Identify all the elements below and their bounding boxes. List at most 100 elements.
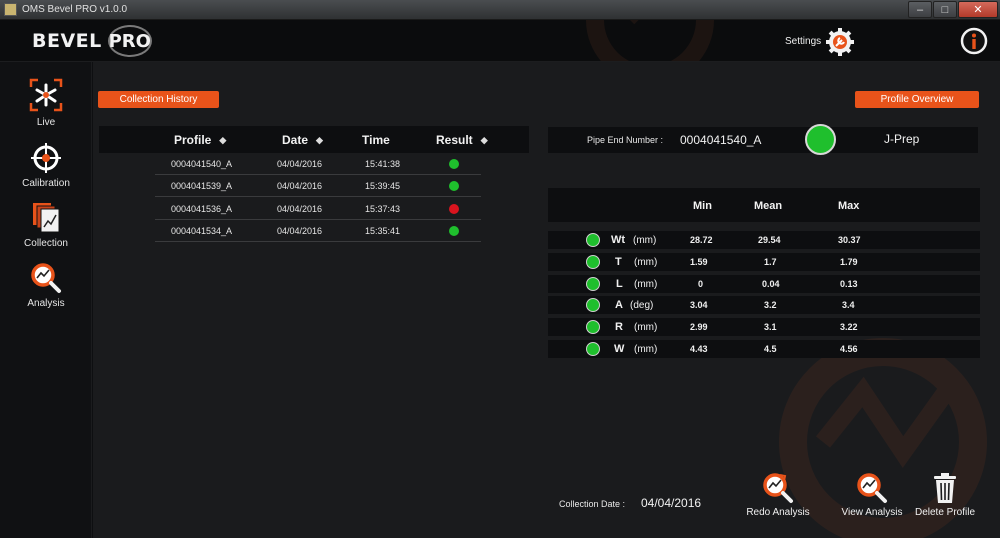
app-icon <box>4 3 17 16</box>
sidebar: Live Calibration Collection Analysis <box>0 62 92 538</box>
table-row[interactable]: 0004041536_A 04/04/2016 15:37:43 <box>155 198 481 220</box>
sidebar-item-analysis[interactable]: Analysis <box>0 262 92 309</box>
stat-name: Wt <box>611 234 626 246</box>
stat-mean: 0.04 <box>762 279 780 289</box>
stat-max: 30.37 <box>838 235 861 245</box>
sidebar-item-live[interactable]: Live <box>0 77 92 128</box>
result-status-dot <box>449 159 459 169</box>
column-profile[interactable]: Profile ◆ <box>174 133 226 147</box>
result-status-dot <box>449 204 459 214</box>
info-icon[interactable] <box>960 27 988 55</box>
pipe-end-value: 0004041540_A <box>680 133 762 147</box>
stat-row-r: R (mm) 2.99 3.1 3.22 <box>548 318 980 336</box>
stat-row-a: A (deg) 3.04 3.2 3.4 <box>548 296 980 314</box>
sidebar-item-label: Analysis <box>27 298 65 309</box>
table-row[interactable]: 0004041534_A 04/04/2016 15:35:41 <box>155 220 481 242</box>
gear-icon[interactable] <box>825 27 855 57</box>
stat-unit: (mm) <box>634 257 658 268</box>
background-watermark-icon <box>586 20 714 61</box>
delete-profile-label: Delete Profile <box>914 507 976 518</box>
window-titlebar: OMS Bevel PRO v1.0.0 – □ ✕ <box>0 0 1000 20</box>
stat-min: 2.99 <box>690 322 708 332</box>
stat-max: 3.4 <box>842 300 855 310</box>
stats-table-header: Min Mean Max <box>548 188 980 222</box>
collection-history-title: Collection History <box>98 91 219 108</box>
analysis-icon <box>31 263 61 293</box>
profile-cell: 0004041540_A <box>171 159 233 169</box>
minimize-button[interactable]: – <box>908 1 932 18</box>
overall-status-indicator <box>805 124 836 155</box>
table-row[interactable]: 0004041539_A 04/04/2016 15:39:45 <box>155 175 481 197</box>
stat-mean: 4.5 <box>764 344 777 354</box>
redo-analysis-icon <box>763 473 793 503</box>
stat-unit: (mm) <box>634 279 658 290</box>
stat-mean: 3.2 <box>764 300 777 310</box>
stat-name: R <box>615 321 623 333</box>
close-button[interactable]: ✕ <box>958 1 998 18</box>
live-icon <box>29 78 63 112</box>
profile-cell: 0004041539_A <box>171 181 233 191</box>
window-title: OMS Bevel PRO v1.0.0 <box>22 4 128 15</box>
collection-date-value: 04/04/2016 <box>641 496 702 510</box>
trash-icon <box>934 473 956 503</box>
stat-status-dot <box>586 320 600 334</box>
stat-row-w: W (mm) 4.43 4.5 4.56 <box>548 340 980 358</box>
view-analysis-button[interactable]: View Analysis <box>837 472 907 518</box>
pipe-end-label: Pipe End Number : <box>587 135 664 145</box>
column-result[interactable]: Result ◆ <box>436 133 488 147</box>
result-status-dot <box>449 226 459 236</box>
stat-status-dot <box>586 277 600 291</box>
redo-analysis-label: Redo Analysis <box>746 507 810 518</box>
stat-row-l: L (mm) 0 0.04 0.13 <box>548 275 980 293</box>
logo-pro-text: PRO <box>108 30 151 52</box>
stat-mean: 1.7 <box>764 257 777 267</box>
stat-unit: (mm) <box>633 235 657 246</box>
stat-max: 4.56 <box>840 344 858 354</box>
stat-mean: 3.1 <box>764 322 777 332</box>
maximize-button[interactable]: □ <box>933 1 957 18</box>
sidebar-item-calibration[interactable]: Calibration <box>0 142 92 189</box>
logo-pro-ring: PRO <box>107 25 152 57</box>
column-date[interactable]: Date ◆ <box>282 133 323 147</box>
stat-min: 4.43 <box>690 344 708 354</box>
column-max: Max <box>838 200 860 212</box>
table-row[interactable]: 0004041540_A 04/04/2016 15:41:38 <box>155 153 481 175</box>
sort-icon: ◆ <box>480 135 488 145</box>
stat-min: 0 <box>698 279 704 289</box>
stat-min: 28.72 <box>690 235 713 245</box>
time-cell: 15:41:38 <box>365 159 401 169</box>
column-time[interactable]: Time <box>362 133 390 147</box>
stat-status-dot <box>586 342 600 356</box>
profile-overview-title: Profile Overview <box>855 91 979 108</box>
column-mean: Mean <box>754 200 783 212</box>
prep-type: J-Prep <box>884 132 920 146</box>
sidebar-item-collection[interactable]: Collection <box>0 200 92 249</box>
profile-cell: 0004041534_A <box>171 226 233 236</box>
redo-analysis-button[interactable]: Redo Analysis <box>743 472 813 518</box>
sort-icon: ◆ <box>219 135 227 145</box>
stat-unit: (mm) <box>634 322 658 333</box>
delete-profile-button[interactable]: Delete Profile <box>910 472 980 518</box>
time-cell: 15:39:45 <box>365 181 401 191</box>
stat-max: 0.13 <box>840 279 858 289</box>
date-cell: 04/04/2016 <box>277 159 323 169</box>
app-header: BEVEL PRO Settings <box>0 20 1000 62</box>
stat-min: 3.04 <box>690 300 708 310</box>
collection-date-label: Collection Date : <box>559 499 626 509</box>
settings-label[interactable]: Settings <box>785 36 821 47</box>
collection-icon <box>33 203 60 233</box>
stat-name: T <box>615 256 622 268</box>
stat-name: L <box>616 278 623 290</box>
main-panel: Collection History Profile Overview Prof… <box>93 62 1000 538</box>
date-cell: 04/04/2016 <box>277 204 323 214</box>
column-min: Min <box>693 200 712 212</box>
sidebar-item-label: Calibration <box>22 178 70 189</box>
sort-icon: ◆ <box>316 135 323 145</box>
sidebar-item-label: Live <box>36 117 56 128</box>
stat-name: A <box>615 299 623 311</box>
time-cell: 15:35:41 <box>365 226 401 236</box>
stat-status-dot <box>586 255 600 269</box>
stat-min: 1.59 <box>690 257 708 267</box>
stat-unit: (mm) <box>634 344 658 355</box>
stat-mean: 29.54 <box>758 235 781 245</box>
